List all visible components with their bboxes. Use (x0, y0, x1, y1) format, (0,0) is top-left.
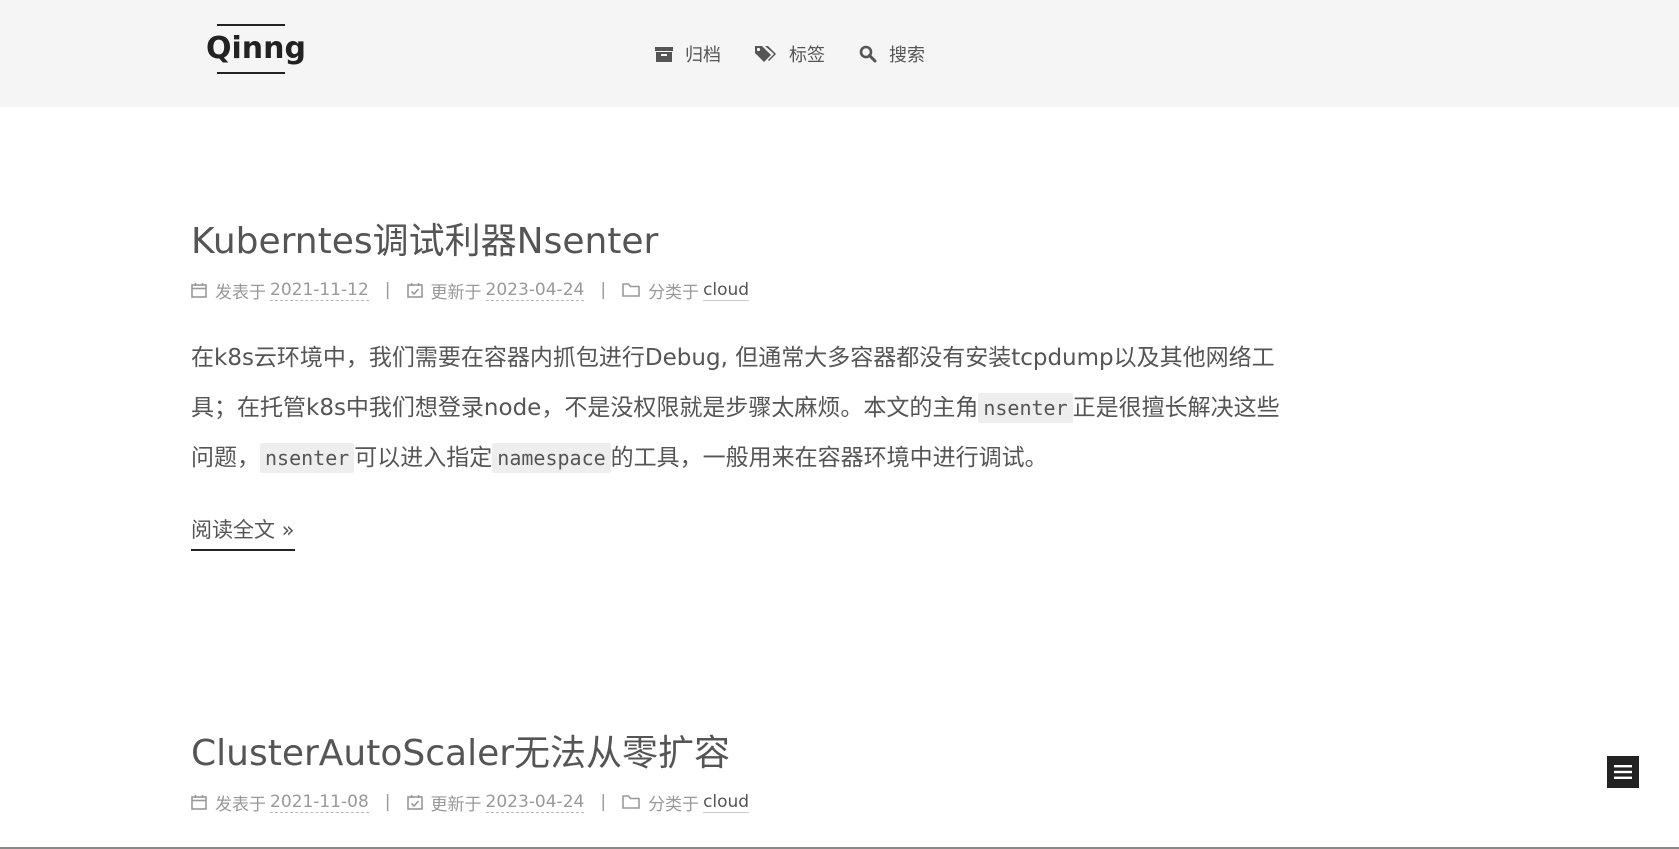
folder-icon (622, 282, 640, 298)
updated-date[interactable]: 2023-04-24 (485, 792, 585, 813)
read-more-link[interactable]: 阅读全文 » (191, 517, 295, 551)
updated-label: 更新于 (430, 794, 482, 815)
nav-item-tags[interactable]: 标签 (755, 41, 825, 67)
post-meta: 发表于 2021-11-12 | 更新于 2023-04-24 | 分类于 cl… (191, 277, 1291, 303)
meta-divider: | (384, 792, 391, 812)
posted-label: 发表于 (215, 282, 266, 303)
excerpt-text: 可以进入指定 (354, 445, 493, 471)
inline-code: nsenter (260, 443, 355, 473)
meta-divider: | (384, 280, 391, 300)
post-excerpt: 在k8s云环境中，我们需要在容器内抓包进行Debug, 但通常大多容器都没有安装… (191, 333, 1281, 483)
calendar-check-icon (406, 282, 423, 298)
category-link[interactable]: cloud (703, 280, 750, 301)
category-label: 分类于 (648, 794, 700, 815)
category-link[interactable]: cloud (703, 792, 750, 813)
updated-label: 更新于 (430, 282, 482, 303)
sidebar-toggle-button[interactable] (1607, 756, 1639, 788)
post-meta: 发表于 2021-11-08 | 更新于 2023-04-24 | 分类于 cl… (191, 789, 1291, 815)
tags-icon (755, 45, 789, 63)
calendar-check-icon (406, 794, 423, 810)
main-nav: 归档 标签 搜索 (655, 38, 959, 70)
site-logo[interactable]: Qinng (206, 24, 306, 76)
folder-icon (622, 794, 640, 810)
post-title[interactable]: Kuberntes调试利器Nsenter (191, 219, 1291, 265)
inline-code: nsenter (978, 393, 1073, 423)
category-label: 分类于 (648, 282, 700, 303)
nav-item-archive[interactable]: 归档 (655, 41, 721, 67)
posted-date[interactable]: 2021-11-08 (270, 792, 369, 813)
post-title[interactable]: ClusterAutoScaler无法从零扩容 (191, 731, 1291, 777)
search-icon (859, 45, 889, 63)
calendar-icon (191, 282, 207, 298)
logo-text[interactable]: Qinng (206, 30, 306, 68)
nav-item-label: 标签 (789, 45, 825, 66)
inline-code: namespace (492, 443, 611, 473)
nav-item-search[interactable]: 搜索 (859, 41, 925, 67)
nav-item-label: 搜索 (889, 45, 925, 66)
hamburger-menu-icon (1614, 764, 1632, 780)
calendar-icon (191, 794, 207, 810)
posted-label: 发表于 (215, 794, 266, 815)
logo-line-bottom (217, 72, 285, 74)
post-item: Kuberntes调试利器Nsenter 发表于 2021-11-12 | 更新… (191, 219, 1291, 551)
nav-item-label: 归档 (685, 45, 721, 66)
posted-date[interactable]: 2021-11-12 (270, 280, 369, 301)
meta-divider: | (600, 280, 607, 300)
excerpt-text: 的工具，一般用来在容器环境中进行调试。 (610, 445, 1048, 471)
archive-icon (655, 46, 685, 62)
site-header: Qinng 归档 标签 搜索 (0, 0, 1679, 107)
meta-divider: | (600, 792, 607, 812)
post-item: ClusterAutoScaler无法从零扩容 发表于 2021-11-08 |… (191, 731, 1291, 815)
logo-line-top (217, 24, 285, 26)
updated-date[interactable]: 2023-04-24 (485, 280, 585, 301)
